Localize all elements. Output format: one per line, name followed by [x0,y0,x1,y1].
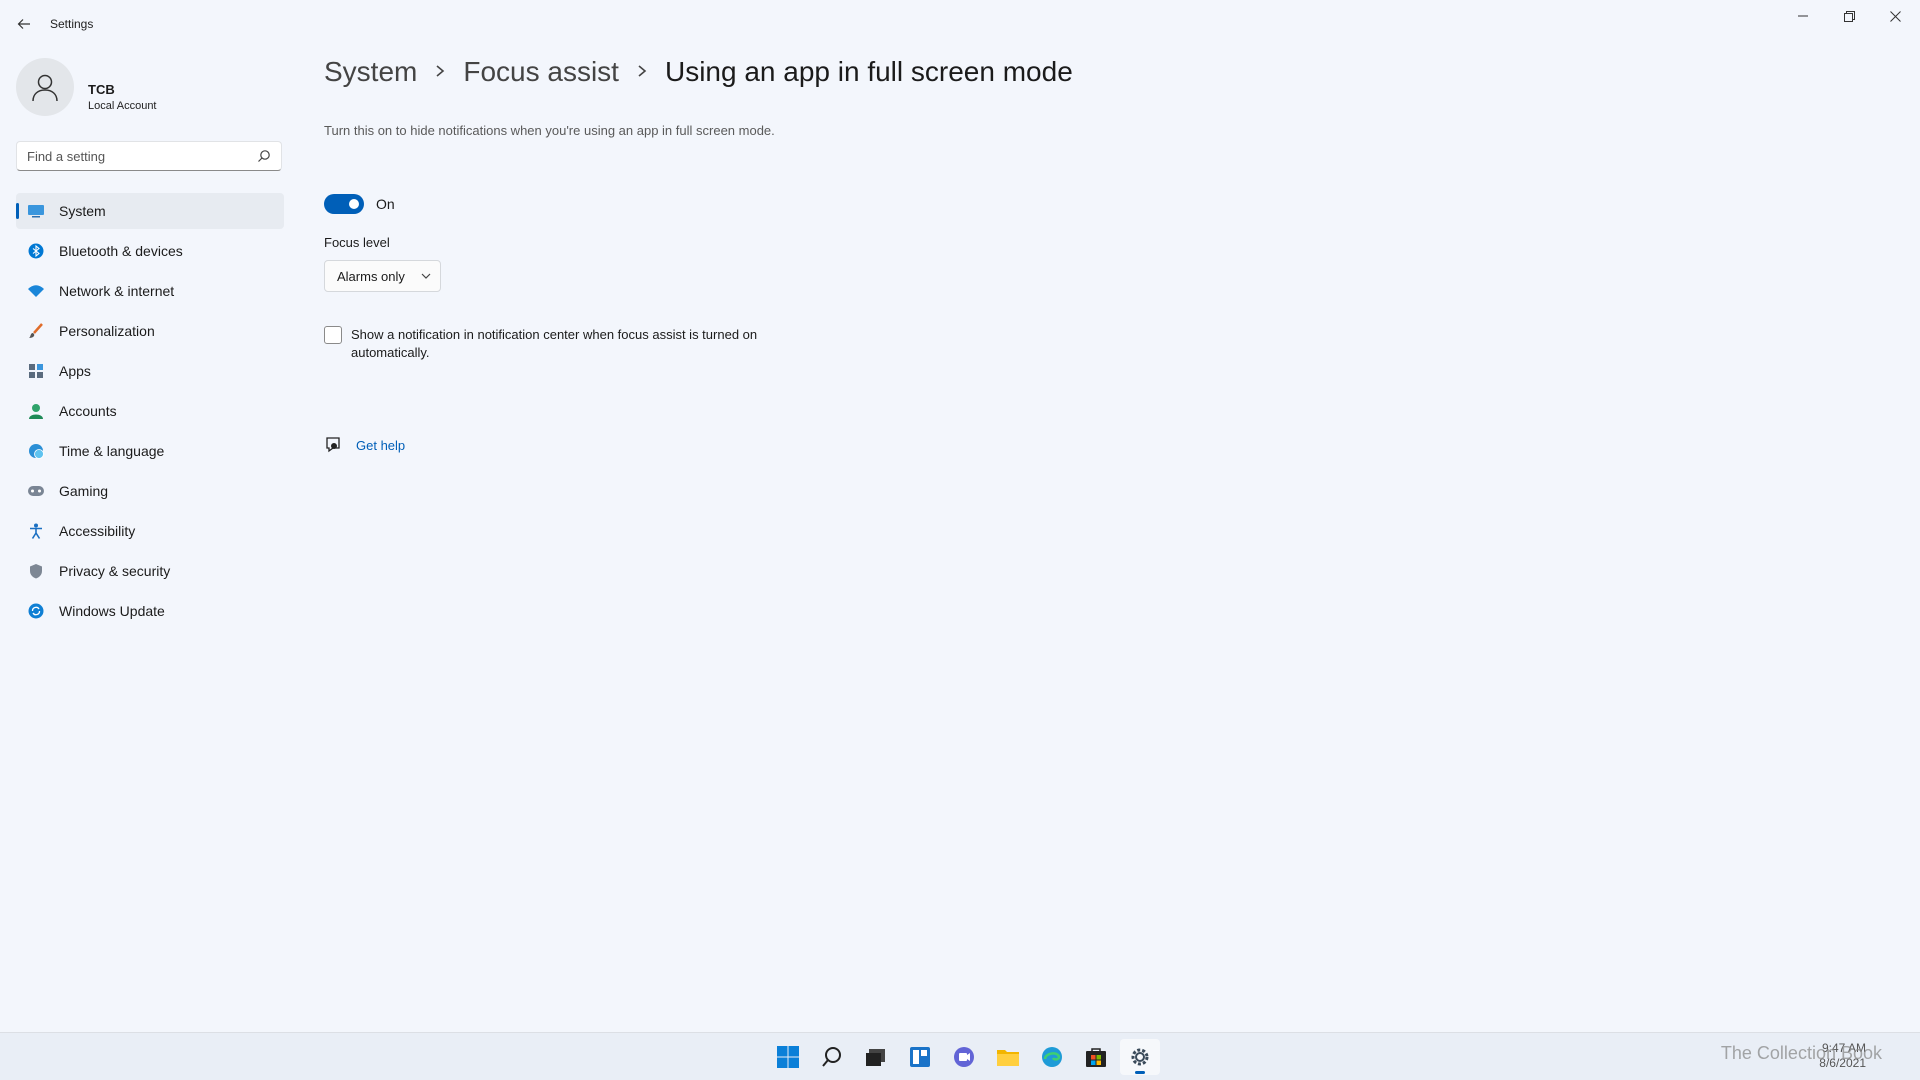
sidebar-item-privacy-security[interactable]: Privacy & security [16,553,284,589]
restore-button[interactable] [1826,0,1872,32]
minimize-icon [1798,15,1808,17]
chevron-down-icon [421,273,431,279]
app-title: Settings [50,17,94,31]
user-profile[interactable]: TCB Local Account [16,58,296,118]
apps-icon [27,362,45,380]
get-help-link[interactable]: Get help [356,438,405,453]
sidebar-item-personalization[interactable]: Personalization [16,313,284,349]
taskbar-apps [768,1039,1164,1075]
user-icon [32,74,58,102]
focus-level-value: Alarms only [337,268,405,284]
breadcrumb-system[interactable]: System [324,56,417,88]
notification-checkbox[interactable] [324,326,342,344]
toggle-row: On [324,194,395,214]
watermark-text: The Collection Book [1720,1043,1882,1063]
sidebar-item-label: Bluetooth & devices [59,243,183,259]
sidebar-item-system[interactable]: System [16,193,284,229]
windows-start-icon[interactable] [768,1039,808,1075]
bluetooth-icon [27,242,45,260]
accessibility-icon [27,522,45,540]
sidebar-item-windows-update[interactable]: Windows Update [16,593,284,629]
taskbar-search-icon[interactable] [812,1039,852,1075]
settings-icon[interactable] [1120,1039,1160,1075]
breadcrumb-focus-assist[interactable]: Focus assist [463,56,619,88]
sidebar-item-label: System [59,203,106,219]
help-icon [326,437,340,453]
sidebar-item-label: Accessibility [59,523,136,539]
sidebar-item-accessibility[interactable]: Accessibility [16,513,284,549]
search-box[interactable] [16,141,282,171]
notification-checkbox-label[interactable]: Show a notification in notification cent… [351,326,781,362]
back-arrow-icon [17,19,30,29]
sidebar-item-time-language[interactable]: Time & language [16,433,284,469]
store-icon[interactable] [1076,1039,1116,1075]
breadcrumb: System Focus assist Using an app in full… [324,56,1073,88]
title-bar: Settings [0,0,1920,48]
search-input[interactable] [17,142,257,170]
setting-description: Turn this on to hide notifications when … [324,123,775,138]
get-help-row: Get help [324,436,405,454]
file-explorer-icon[interactable] [988,1039,1028,1075]
sidebar-item-accounts[interactable]: Accounts [16,393,284,429]
close-icon [1889,10,1901,22]
edge-icon[interactable] [1032,1039,1072,1075]
close-button[interactable] [1872,0,1918,32]
page-title: Using an app in full screen mode [664,56,1073,87]
gamepad-icon [27,482,45,500]
wifi-icon [27,282,45,300]
sidebar-item-label: Windows Update [59,603,165,619]
system-tray: 9:47 AM 8/6/2021 The Collection Book [1660,1033,1920,1079]
minimize-button[interactable] [1780,0,1826,32]
avatar [16,58,74,116]
back-button[interactable] [12,12,36,36]
search-icon[interactable] [257,149,271,163]
sidebar-item-bluetooth-devices[interactable]: Bluetooth & devices [16,233,284,269]
sidebar-item-apps[interactable]: Apps [16,353,284,389]
globe-clock-icon [27,442,45,460]
chevron-right-icon [637,62,647,83]
profile-name: TCB [88,82,115,97]
focus-level-label: Focus level [324,235,390,250]
sidebar-item-label: Network & internet [59,283,175,299]
brush-icon [27,322,45,340]
sidebar-item-network-internet[interactable]: Network & internet [16,273,284,309]
widgets-icon[interactable] [900,1039,940,1075]
update-icon [27,602,45,620]
monitor-icon [27,202,45,220]
chevron-right-icon [435,62,445,83]
shield-icon [27,562,45,580]
taskbar: 9:47 AM 8/6/2021 The Collection Book [0,1032,1920,1080]
person-icon [27,402,45,420]
sidebar-item-label: Privacy & security [59,563,171,579]
focus-toggle-switch[interactable] [324,194,364,214]
sidebar-item-label: Apps [59,363,91,379]
chat-icon[interactable] [944,1039,984,1075]
focus-level-dropdown[interactable]: Alarms only [324,260,441,292]
restore-icon [1843,10,1855,22]
sidebar: TCB Local Account System Bluetooth & dev… [0,48,300,1028]
task-view-icon[interactable] [856,1039,896,1075]
notification-checkbox-row: Show a notification in notification cent… [324,326,804,362]
sidebar-item-label: Accounts [59,403,117,419]
toggle-state-label: On [376,196,395,212]
sidebar-item-label: Gaming [59,483,109,499]
sidebar-item-gaming[interactable]: Gaming [16,473,284,509]
sidebar-nav: System Bluetooth & devices Network & int… [16,193,284,633]
profile-account-type: Local Account [88,100,157,112]
sidebar-item-label: Personalization [59,323,155,339]
sidebar-item-label: Time & language [59,443,165,459]
